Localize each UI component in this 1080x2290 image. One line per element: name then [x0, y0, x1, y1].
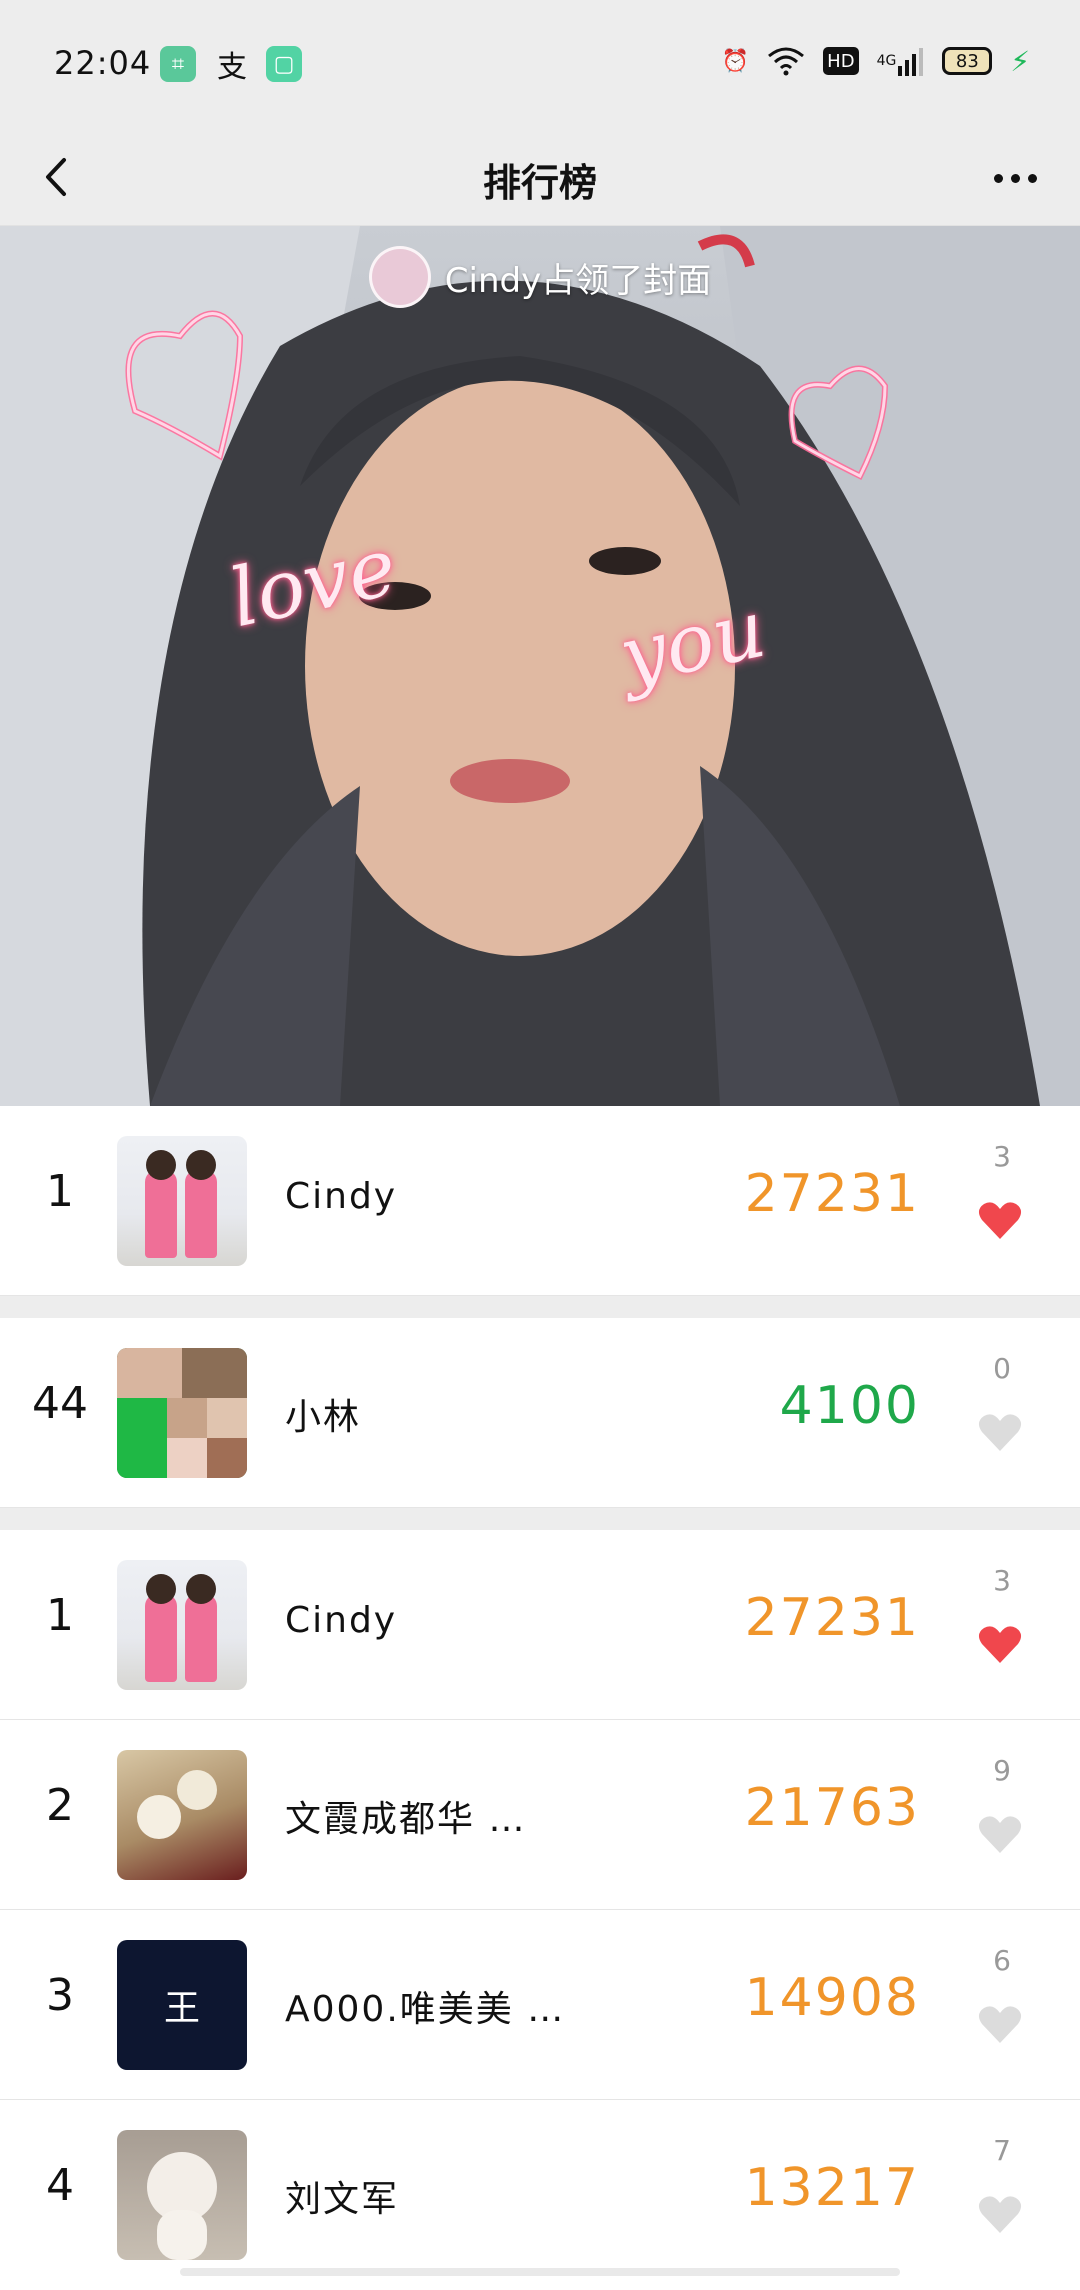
friend-ranking-row[interactable]: 44 小林 4100 0	[0, 1318, 1080, 1508]
more-dot-icon	[994, 174, 1003, 183]
section-divider	[0, 1508, 1080, 1530]
page-title: 排行榜	[0, 152, 1080, 207]
battery-icon: 83	[942, 47, 992, 75]
notification-app-icon: ⌗	[160, 46, 196, 82]
wifi-icon	[767, 44, 805, 78]
scroll-indicator	[180, 2268, 900, 2276]
top-nav-bar: 排行榜	[0, 130, 1080, 226]
more-options-button[interactable]	[980, 148, 1050, 208]
charging-icon: ⚡	[1010, 44, 1030, 78]
user-name: 小林	[285, 1388, 361, 1440]
user-name: 文霞成都华 …	[285, 1790, 526, 1842]
rank-number: 1	[0, 1166, 120, 1217]
cover-owner-text: Cindy占领了封面	[445, 253, 711, 302]
ranking-row[interactable]: 1 Cindy 27231 3	[0, 1530, 1080, 1720]
step-count: 27231	[745, 1588, 920, 1648]
ranking-row[interactable]: 4 刘文军 13217 7	[0, 2100, 1080, 2290]
rank-number: 3	[0, 1970, 120, 2021]
like-count: 7	[964, 2134, 1040, 2167]
avatar[interactable]	[117, 1136, 247, 1266]
avatar[interactable]	[117, 2130, 247, 2260]
step-count: 4100	[780, 1376, 920, 1436]
avatar[interactable]: 王	[117, 1940, 247, 2070]
cover-owner-avatar	[369, 246, 431, 308]
like-count: 3	[964, 1140, 1040, 1173]
user-name: Cindy	[285, 1176, 397, 1217]
step-count: 21763	[745, 1778, 920, 1838]
cover-owner-label: Cindy占领了封面	[0, 246, 1080, 308]
like-count: 3	[964, 1564, 1040, 1597]
my-ranking-row[interactable]: 1 Cindy 27231 3	[0, 1106, 1080, 1296]
like-count: 9	[964, 1754, 1040, 1787]
ranking-list: 1 Cindy 27231 3 44 小林 4100 0 1	[0, 1106, 1080, 2290]
like-heart-icon[interactable]	[976, 2190, 1024, 2238]
more-dot-icon	[1011, 174, 1020, 183]
like-count: 6	[964, 1944, 1040, 1977]
like-heart-icon[interactable]	[976, 1810, 1024, 1858]
alarm-icon: ⏰	[722, 44, 749, 78]
cover-portrait-image	[0, 226, 1080, 1106]
rank-number: 44	[0, 1378, 120, 1429]
user-name: 刘文军	[285, 2170, 399, 2222]
step-count: 13217	[745, 2158, 920, 2218]
step-count: 27231	[745, 1164, 920, 1224]
rank-number: 2	[0, 1780, 120, 1831]
rank-number: 1	[0, 1590, 120, 1641]
avatar[interactable]	[117, 1750, 247, 1880]
like-heart-icon[interactable]	[976, 1620, 1024, 1668]
avatar[interactable]	[117, 1560, 247, 1690]
network-type: 4G	[877, 53, 897, 69]
like-count: 0	[964, 1352, 1040, 1385]
rank-number: 4	[0, 2160, 120, 2211]
like-heart-icon[interactable]	[976, 1196, 1024, 1244]
hd-icon: HD	[823, 47, 858, 75]
like-heart-icon[interactable]	[976, 1408, 1024, 1456]
avatar-text: 王	[164, 1979, 200, 2031]
status-icons: ⏰ HD 4G 83 ⚡	[722, 44, 1030, 78]
step-count: 14908	[745, 1968, 920, 2028]
alipay-icon: 支	[214, 46, 250, 82]
user-name: A000.唯美美 …	[285, 1980, 565, 2032]
signal-icon: 4G	[877, 44, 925, 78]
user-name: Cindy	[285, 1600, 397, 1641]
status-time: 22:04	[54, 44, 151, 82]
section-divider	[0, 1296, 1080, 1318]
ranking-row[interactable]: 2 文霞成都华 … 21763 9	[0, 1720, 1080, 1910]
avatar[interactable]	[117, 1348, 247, 1478]
notification-app-icon-2: ▢	[266, 46, 302, 82]
ranking-row[interactable]: 3 王 A000.唯美美 … 14908 6	[0, 1910, 1080, 2100]
status-bar: 22:04 ⌗ 支 ▢ ⏰ HD 4G 83 ⚡	[0, 0, 1080, 130]
like-heart-icon[interactable]	[976, 2000, 1024, 2048]
more-dot-icon	[1028, 174, 1037, 183]
cover-photo[interactable]: love you Cindy占领了封面	[0, 226, 1080, 1106]
